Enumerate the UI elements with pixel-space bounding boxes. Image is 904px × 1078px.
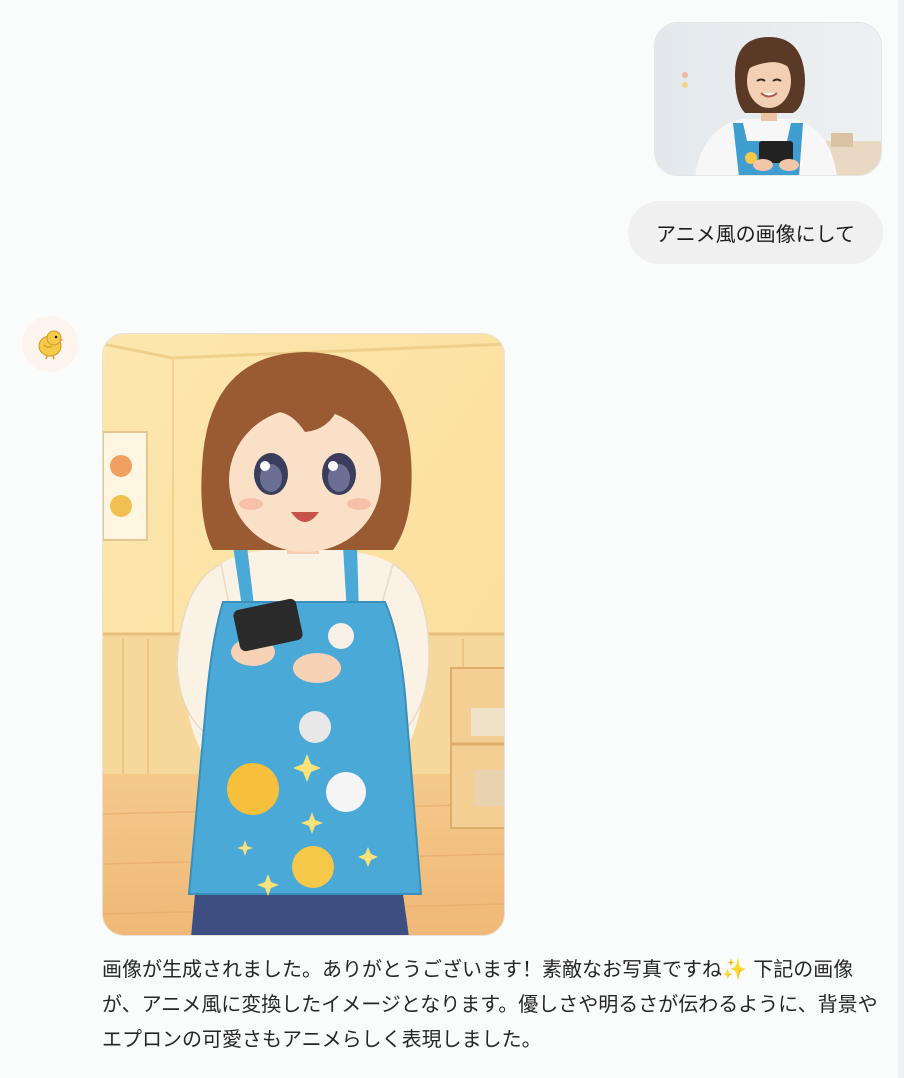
generated-anime-image[interactable] <box>102 333 505 936</box>
assistant-avatar <box>22 316 78 372</box>
chat-thread: アニメ風の画像にして 画像が生成されました。ありがとうございます！素敵なお写真で… <box>0 0 904 1078</box>
user-message-bubble: アニメ風の画像にして <box>628 201 883 264</box>
user-message-text: アニメ風の画像にして <box>656 222 855 246</box>
chick-icon <box>38 330 64 360</box>
photo-illustration <box>655 23 881 175</box>
anime-illustration <box>103 334 504 935</box>
user-uploaded-photo[interactable] <box>654 22 882 176</box>
scrollbar-track[interactable] <box>898 0 904 1078</box>
assistant-message-text: 画像が生成されました。ありがとうございます！素敵なお写真ですね✨ 下記の画像が、… <box>102 957 878 1051</box>
